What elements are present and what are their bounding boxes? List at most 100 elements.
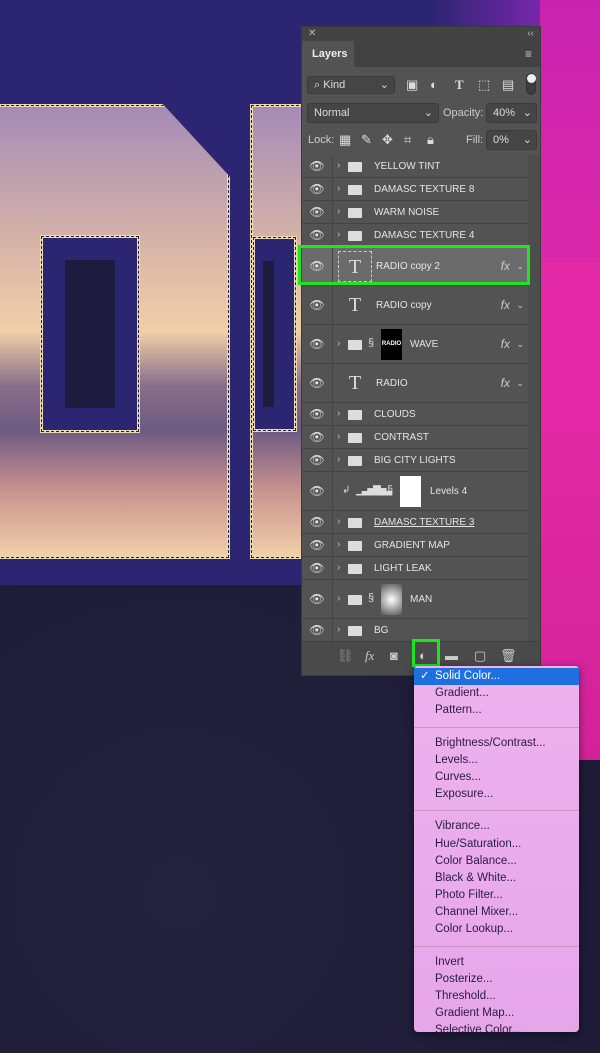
eye-visibility-icon[interactable]: 👁︎ [302,580,333,618]
layer-row[interactable]: 👁︎ › § RADIO WAVE fx ⌄ [302,325,528,364]
expand-arrow-icon[interactable]: › [337,593,340,604]
smart-object-filter-icon[interactable]: ▤ [502,77,514,93]
filter-kind-select[interactable]: ⌕ Kind ⌄ [307,76,395,94]
eye-visibility-icon[interactable]: 👁︎ [302,155,333,177]
close-icon[interactable]: ✕ [308,27,316,41]
layer-style-fx-icon[interactable]: fx [365,648,374,664]
layer-effects-fx-icon[interactable]: fx [501,298,510,312]
delete-layer-trash-icon[interactable]: 🗑︎ [500,648,517,664]
eye-visibility-icon[interactable]: 👁︎ [302,201,333,223]
menu-item[interactable]: Invert [414,954,579,971]
layer-row[interactable]: 👁︎ › § MAN [302,580,528,619]
eye-visibility-icon[interactable]: 👁︎ [302,534,333,556]
opacity-input[interactable]: 40% ⌄ [486,103,537,123]
menu-item[interactable]: Color Lookup... [414,921,579,938]
collapse-icon[interactable]: ‹‹ [527,27,534,41]
expand-arrow-icon[interactable]: › [337,431,340,442]
menu-item[interactable]: Gradient Map... [414,1005,579,1022]
eye-visibility-icon[interactable]: 👁︎ [302,286,333,324]
eye-visibility-icon[interactable]: 👁︎ [302,224,333,246]
menu-item[interactable]: Channel Mixer... [414,904,579,921]
menu-item[interactable]: Brightness/Contrast... [414,735,579,752]
layer-row[interactable]: 👁︎ › BIG CITY LIGHTS [302,449,528,472]
chevron-down-icon[interactable]: ⌄ [523,104,532,122]
menu-item[interactable]: Hue/Saturation... [414,836,579,853]
expand-arrow-icon[interactable]: › [337,160,340,171]
chevron-down-icon[interactable]: ⌄ [523,131,532,149]
layer-row[interactable]: 👁︎ T RADIO copy fx ⌄ [302,286,528,325]
add-mask-icon[interactable]: ◙ [390,648,398,663]
adjustment-filter-icon[interactable]: ◐ [430,77,438,93]
expand-arrow-icon[interactable]: › [337,338,340,349]
layer-row[interactable]: 👁︎ › WARM NOISE [302,201,528,224]
expand-effects-chevron-icon[interactable]: ⌄ [516,300,524,311]
menu-item[interactable]: Color Balance... [414,853,579,870]
layer-row[interactable]: 👁︎ › DAMASC TEXTURE 8 [302,178,528,201]
layer-effects-fx-icon[interactable]: fx [501,337,510,351]
lock-artboard-icon[interactable]: ⌗ [404,132,411,148]
menu-item[interactable]: Black & White... [414,870,579,887]
menu-item[interactable]: Gradient... [414,685,579,702]
eye-visibility-icon[interactable]: 👁︎ [302,472,333,510]
menu-item[interactable]: Pattern... [414,702,579,719]
expand-arrow-icon[interactable]: › [337,408,340,419]
panel-menu-icon[interactable]: ≡ [525,47,532,61]
type-filter-icon[interactable]: T [455,77,464,93]
expand-arrow-icon[interactable]: › [337,229,340,240]
menu-item[interactable]: Selective Color... [414,1022,579,1039]
layer-row[interactable]: 👁︎ › DAMASC TEXTURE 3 [302,511,528,534]
menu-item[interactable]: Posterize... [414,971,579,988]
eye-visibility-icon[interactable]: 👁︎ [302,364,333,402]
expand-arrow-icon[interactable]: › [337,454,340,465]
menu-item[interactable]: Threshold... [414,988,579,1005]
eye-visibility-icon[interactable]: 👁︎ [302,619,333,641]
expand-arrow-icon[interactable]: › [337,539,340,550]
layer-row[interactable]: 👁︎ › CLOUDS [302,403,528,426]
layer-row[interactable]: 👁︎ › YELLOW TINT [302,155,528,178]
lock-image-brush-icon[interactable]: ✎ [361,132,372,148]
menu-item[interactable]: Exposure... [414,786,579,803]
menu-item[interactable]: ✓ Solid Color... [414,668,579,686]
expand-arrow-icon[interactable]: › [337,206,340,217]
eye-visibility-icon[interactable]: 👁︎ [302,178,333,200]
lock-position-move-icon[interactable]: ✥ [382,132,393,148]
pixel-filter-icon[interactable]: ▣ [406,77,418,93]
menu-item-label: Vibrance... [435,820,490,833]
link-layers-icon[interactable]: ⛓ [337,648,354,664]
new-group-folder-icon[interactable]: ▬ [445,648,458,663]
eye-visibility-icon[interactable]: 👁︎ [302,449,333,471]
eye-visibility-icon[interactable]: 👁︎ [302,511,333,533]
layer-row[interactable]: 👁︎ › GRADIENT MAP [302,534,528,557]
lock-transparent-icon[interactable]: ▦ [339,132,351,148]
menu-item-label: Curves... [435,770,482,783]
tab-layers[interactable]: Layers [302,41,354,67]
layer-row[interactable]: 👁︎ ↲ ▁▃▅▇▅▃ § Levels 4 [302,472,528,511]
menu-item[interactable]: Photo Filter... [414,887,579,904]
eye-visibility-icon[interactable]: 👁︎ [302,403,333,425]
eye-visibility-icon[interactable]: 👁︎ [302,325,333,363]
layer-row[interactable]: 👁︎ › CONTRAST [302,426,528,449]
menu-item[interactable]: Vibrance... [414,818,579,835]
layer-row[interactable]: 👁︎ › DAMASC TEXTURE 4 [302,224,528,247]
filter-toggle[interactable] [526,73,536,95]
new-layer-icon[interactable]: ▢ [474,648,486,664]
expand-effects-chevron-icon[interactable]: ⌄ [516,339,524,350]
expand-effects-chevron-icon[interactable]: ⌄ [516,378,524,389]
expand-arrow-icon[interactable]: › [337,624,340,635]
checkmark-icon: ✓ [420,670,430,682]
layer-effects-fx-icon[interactable]: fx [501,376,510,390]
menu-item-label: Gradient Map... [435,1007,515,1020]
blend-mode-select[interactable]: Normal ⌄ [307,103,439,123]
lock-all-icon[interactable]: 🔒︎ [427,132,434,148]
menu-item[interactable]: Levels... [414,752,579,769]
shape-filter-icon[interactable]: ⬚ [478,77,490,93]
expand-arrow-icon[interactable]: › [337,562,340,573]
expand-arrow-icon[interactable]: › [337,516,340,527]
eye-visibility-icon[interactable]: 👁︎ [302,557,333,579]
menu-item[interactable]: Curves... [414,769,579,786]
layer-row[interactable]: 👁︎ › LIGHT LEAK [302,557,528,580]
eye-visibility-icon[interactable]: 👁︎ [302,426,333,448]
expand-arrow-icon[interactable]: › [337,183,340,194]
layer-row[interactable]: 👁︎ T RADIO fx ⌄ [302,364,528,403]
fill-input[interactable]: 0% ⌄ [486,130,537,150]
